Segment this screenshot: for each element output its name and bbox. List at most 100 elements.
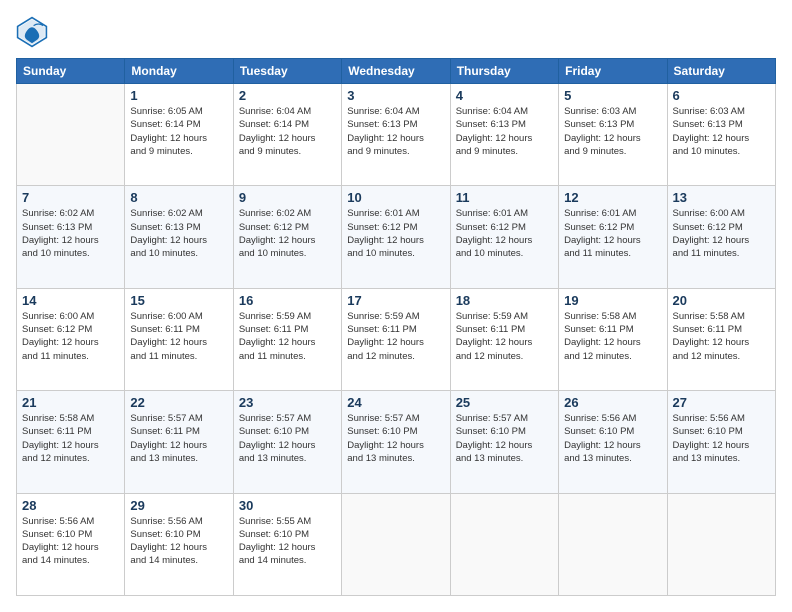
- day-info: Sunrise: 6:00 AM Sunset: 6:11 PM Dayligh…: [130, 310, 227, 363]
- day-info: Sunrise: 5:59 AM Sunset: 6:11 PM Dayligh…: [456, 310, 553, 363]
- day-info: Sunrise: 5:57 AM Sunset: 6:10 PM Dayligh…: [239, 412, 336, 465]
- calendar-cell: 20 Sunrise: 5:58 AM Sunset: 6:11 PM Dayli…: [667, 288, 775, 390]
- calendar-cell: 24 Sunrise: 5:57 AM Sunset: 6:10 PM Dayli…: [342, 391, 450, 493]
- calendar-cell: 7 Sunrise: 6:02 AM Sunset: 6:13 PM Daylig…: [17, 186, 125, 288]
- calendar-cell: 30 Sunrise: 5:55 AM Sunset: 6:10 PM Dayli…: [233, 493, 341, 595]
- calendar-table: SundayMondayTuesdayWednesdayThursdayFrid…: [16, 58, 776, 596]
- weekday-header-sunday: Sunday: [17, 59, 125, 84]
- day-info: Sunrise: 6:04 AM Sunset: 6:13 PM Dayligh…: [456, 105, 553, 158]
- day-number: 8: [130, 190, 227, 205]
- day-info: Sunrise: 6:02 AM Sunset: 6:13 PM Dayligh…: [22, 207, 119, 260]
- calendar-cell: 22 Sunrise: 5:57 AM Sunset: 6:11 PM Dayli…: [125, 391, 233, 493]
- calendar-cell: 4 Sunrise: 6:04 AM Sunset: 6:13 PM Daylig…: [450, 84, 558, 186]
- calendar-cell: 6Sunrise: 6:03 AM Sunset: 6:13 PM Daylig…: [667, 84, 775, 186]
- day-info: Sunrise: 5:58 AM Sunset: 6:11 PM Dayligh…: [564, 310, 661, 363]
- calendar-week-row: 7 Sunrise: 6:02 AM Sunset: 6:13 PM Daylig…: [17, 186, 776, 288]
- calendar-cell: 3Sunrise: 6:04 AM Sunset: 6:13 PM Daylig…: [342, 84, 450, 186]
- day-info: Sunrise: 5:56 AM Sunset: 6:10 PM Dayligh…: [673, 412, 770, 465]
- logo-icon: [16, 16, 48, 48]
- day-info: Sunrise: 6:02 AM Sunset: 6:12 PM Dayligh…: [239, 207, 336, 260]
- day-info: Sunrise: 6:00 AM Sunset: 6:12 PM Dayligh…: [22, 310, 119, 363]
- day-info: Sunrise: 5:58 AM Sunset: 6:11 PM Dayligh…: [22, 412, 119, 465]
- calendar-cell: 11 Sunrise: 6:01 AM Sunset: 6:12 PM Dayli…: [450, 186, 558, 288]
- day-number: 9: [239, 190, 336, 205]
- calendar-cell: 1Sunrise: 6:05 AM Sunset: 6:14 PM Daylig…: [125, 84, 233, 186]
- calendar-week-row: 21 Sunrise: 5:58 AM Sunset: 6:11 PM Dayli…: [17, 391, 776, 493]
- calendar-cell: 27 Sunrise: 5:56 AM Sunset: 6:10 PM Dayli…: [667, 391, 775, 493]
- day-number: 23: [239, 395, 336, 410]
- day-number: 3: [347, 88, 444, 103]
- day-info: Sunrise: 5:56 AM Sunset: 6:10 PM Dayligh…: [130, 515, 227, 568]
- day-info: Sunrise: 6:03 AM Sunset: 6:13 PM Dayligh…: [673, 105, 770, 158]
- calendar-cell: [17, 84, 125, 186]
- calendar-cell: 21 Sunrise: 5:58 AM Sunset: 6:11 PM Dayli…: [17, 391, 125, 493]
- calendar-cell: 23 Sunrise: 5:57 AM Sunset: 6:10 PM Dayli…: [233, 391, 341, 493]
- day-number: 20: [673, 293, 770, 308]
- day-number: 13: [673, 190, 770, 205]
- day-info: Sunrise: 5:58 AM Sunset: 6:11 PM Dayligh…: [673, 310, 770, 363]
- day-number: 28: [22, 498, 119, 513]
- day-info: Sunrise: 5:56 AM Sunset: 6:10 PM Dayligh…: [564, 412, 661, 465]
- day-number: 19: [564, 293, 661, 308]
- day-number: 24: [347, 395, 444, 410]
- day-info: Sunrise: 5:57 AM Sunset: 6:10 PM Dayligh…: [347, 412, 444, 465]
- calendar-cell: 10 Sunrise: 6:01 AM Sunset: 6:12 PM Dayli…: [342, 186, 450, 288]
- day-info: Sunrise: 5:56 AM Sunset: 6:10 PM Dayligh…: [22, 515, 119, 568]
- calendar-cell: 15 Sunrise: 6:00 AM Sunset: 6:11 PM Dayli…: [125, 288, 233, 390]
- day-info: Sunrise: 5:57 AM Sunset: 6:11 PM Dayligh…: [130, 412, 227, 465]
- day-number: 22: [130, 395, 227, 410]
- day-number: 15: [130, 293, 227, 308]
- day-number: 27: [673, 395, 770, 410]
- calendar-week-row: 1Sunrise: 6:05 AM Sunset: 6:14 PM Daylig…: [17, 84, 776, 186]
- day-number: 14: [22, 293, 119, 308]
- day-info: Sunrise: 6:01 AM Sunset: 6:12 PM Dayligh…: [456, 207, 553, 260]
- calendar-cell: 17 Sunrise: 5:59 AM Sunset: 6:11 PM Dayli…: [342, 288, 450, 390]
- day-number: 1: [130, 88, 227, 103]
- calendar-cell: [450, 493, 558, 595]
- day-info: Sunrise: 6:04 AM Sunset: 6:14 PM Dayligh…: [239, 105, 336, 158]
- calendar-cell: 26 Sunrise: 5:56 AM Sunset: 6:10 PM Dayli…: [559, 391, 667, 493]
- day-number: 25: [456, 395, 553, 410]
- day-info: Sunrise: 6:01 AM Sunset: 6:12 PM Dayligh…: [564, 207, 661, 260]
- calendar-cell: 14 Sunrise: 6:00 AM Sunset: 6:12 PM Dayli…: [17, 288, 125, 390]
- calendar-cell: [342, 493, 450, 595]
- day-info: Sunrise: 5:57 AM Sunset: 6:10 PM Dayligh…: [456, 412, 553, 465]
- day-number: 21: [22, 395, 119, 410]
- day-info: Sunrise: 6:01 AM Sunset: 6:12 PM Dayligh…: [347, 207, 444, 260]
- calendar-cell: 2 Sunrise: 6:04 AM Sunset: 6:14 PM Daylig…: [233, 84, 341, 186]
- day-number: 7: [22, 190, 119, 205]
- day-number: 12: [564, 190, 661, 205]
- weekday-header-thursday: Thursday: [450, 59, 558, 84]
- calendar-cell: 16Sunrise: 5:59 AM Sunset: 6:11 PM Dayli…: [233, 288, 341, 390]
- calendar-cell: 13 Sunrise: 6:00 AM Sunset: 6:12 PM Dayli…: [667, 186, 775, 288]
- day-number: 10: [347, 190, 444, 205]
- day-number: 17: [347, 293, 444, 308]
- page: SundayMondayTuesdayWednesdayThursdayFrid…: [0, 0, 792, 612]
- calendar-cell: [667, 493, 775, 595]
- weekday-header-friday: Friday: [559, 59, 667, 84]
- calendar-week-row: 28 Sunrise: 5:56 AM Sunset: 6:10 PM Dayli…: [17, 493, 776, 595]
- weekday-header-saturday: Saturday: [667, 59, 775, 84]
- calendar-cell: [559, 493, 667, 595]
- calendar-cell: 5 Sunrise: 6:03 AM Sunset: 6:13 PM Daylig…: [559, 84, 667, 186]
- calendar-header-row: SundayMondayTuesdayWednesdayThursdayFrid…: [17, 59, 776, 84]
- logo: [16, 16, 52, 48]
- day-number: 26: [564, 395, 661, 410]
- calendar-cell: 9 Sunrise: 6:02 AM Sunset: 6:12 PM Daylig…: [233, 186, 341, 288]
- day-info: Sunrise: 6:02 AM Sunset: 6:13 PM Dayligh…: [130, 207, 227, 260]
- day-number: 5: [564, 88, 661, 103]
- calendar-cell: 29Sunrise: 5:56 AM Sunset: 6:10 PM Dayli…: [125, 493, 233, 595]
- weekday-header-tuesday: Tuesday: [233, 59, 341, 84]
- day-number: 2: [239, 88, 336, 103]
- weekday-header-monday: Monday: [125, 59, 233, 84]
- day-info: Sunrise: 5:55 AM Sunset: 6:10 PM Dayligh…: [239, 515, 336, 568]
- calendar-cell: 18Sunrise: 5:59 AM Sunset: 6:11 PM Dayli…: [450, 288, 558, 390]
- day-info: Sunrise: 6:03 AM Sunset: 6:13 PM Dayligh…: [564, 105, 661, 158]
- day-info: Sunrise: 5:59 AM Sunset: 6:11 PM Dayligh…: [347, 310, 444, 363]
- day-info: Sunrise: 6:00 AM Sunset: 6:12 PM Dayligh…: [673, 207, 770, 260]
- day-number: 4: [456, 88, 553, 103]
- calendar-cell: 12 Sunrise: 6:01 AM Sunset: 6:12 PM Dayli…: [559, 186, 667, 288]
- day-number: 30: [239, 498, 336, 513]
- calendar-cell: 19 Sunrise: 5:58 AM Sunset: 6:11 PM Dayli…: [559, 288, 667, 390]
- day-number: 11: [456, 190, 553, 205]
